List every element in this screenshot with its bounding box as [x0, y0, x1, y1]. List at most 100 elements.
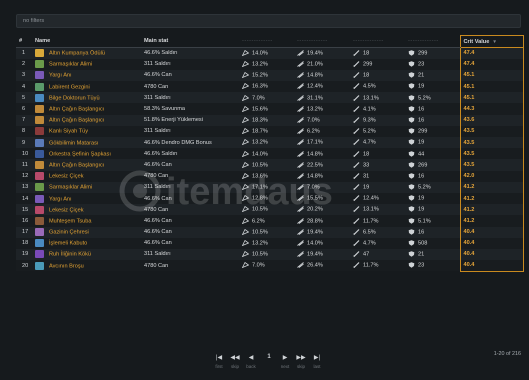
artifact-name[interactable]: Bilge Doktorun Tüyü — [32, 92, 141, 104]
table-row[interactable]: 9 Gökbilimin Matarası 46.6% Dendro DMG Bon… — [16, 137, 524, 149]
artifact-name[interactable]: İşlemeli Kabuto — [32, 237, 141, 249]
col-name-header[interactable]: Name — [32, 35, 141, 48]
attack-icon — [353, 61, 360, 67]
substat-1: 7.0% — [239, 92, 294, 104]
table-row[interactable]: 1 Altın Kumpanya Ödülü 46.6% Saldırı 14.0% 1… — [16, 47, 524, 59]
artifact-icon — [35, 216, 44, 225]
table-row[interactable]: 13 Sarmaşıklar Alimi 311 Saldırı 17.1% 7.0% 1… — [16, 181, 524, 193]
substat-4: 44 — [405, 148, 460, 160]
col-index-header[interactable]: # — [16, 35, 32, 48]
skip-next-button[interactable]: ▶▶ skip — [294, 354, 308, 369]
artifact-name[interactable]: Orkestra Şefinin Şapkası — [32, 148, 141, 160]
row-index: 2 — [16, 58, 32, 70]
substat-2: 15.5% — [294, 192, 350, 205]
col-substat-1-header[interactable]: ------------- — [239, 35, 294, 48]
crit-dmg-icon — [297, 217, 304, 224]
next-button[interactable]: ▶ next — [278, 354, 292, 369]
artifact-name[interactable]: Kanlı Siyah Tüy — [32, 125, 141, 137]
artifact-name[interactable]: Altın Çağın Başlangıcı — [32, 159, 141, 171]
table-row[interactable]: 11 Altın Çağın Başlangıcı 46.6% Can 10.5% 22… — [16, 159, 524, 171]
main-stat: 46.6% Can — [141, 215, 239, 227]
table-row[interactable]: 2 Sarmaşıklar Alimi 311 Saldırı 13.2% 21.0% 2… — [16, 58, 524, 70]
table-row[interactable]: 7 Altın Çağın Başlangıcı 51.8% Enerji Yükl… — [16, 114, 524, 126]
col-crit-value-header[interactable]: Crit Value ▾ — [459, 35, 524, 48]
crit-value: 47.4 — [459, 58, 524, 70]
crit-dmg-icon — [297, 228, 304, 235]
first-page-button[interactable]: |◀ first — [212, 354, 226, 369]
substat-4: 299 — [405, 125, 460, 137]
substat-2: 19.4% — [294, 248, 350, 261]
crit-rate-icon — [242, 228, 249, 235]
table-row[interactable]: 18 İşlemeli Kabuto 46.6% Can 13.2% 14.0% 4.7%… — [16, 237, 524, 249]
substat-3: 13.1% — [350, 204, 405, 216]
artifact-name[interactable]: Gökbilimin Matarası — [32, 137, 141, 149]
col-substat-3-header[interactable]: ------------- — [350, 35, 405, 48]
artifact-icon — [35, 205, 44, 214]
row-index: 4 — [16, 81, 32, 93]
crit-rate-icon — [242, 105, 249, 112]
filter-input[interactable] — [17, 15, 520, 27]
col-substat-2-header[interactable]: ------------- — [294, 35, 350, 48]
artifact-icon — [35, 116, 44, 125]
back-button[interactable]: ◀ back — [244, 354, 258, 369]
skip-back-button[interactable]: ◀◀ skip — [228, 354, 242, 369]
table-row[interactable]: 15 Lekesiz Çiçek 4780 Can 10.5% 20.2% 13.1% 19… — [16, 204, 524, 216]
table-row[interactable]: 8 Kanlı Siyah Tüy 311 Saldırı 18.7% 6.2% 5.2%… — [16, 125, 524, 137]
substat-1: 13.2% — [239, 237, 294, 249]
artifact-name[interactable]: Yargı Anı — [32, 192, 141, 205]
filter-bar[interactable] — [16, 14, 521, 28]
defense-icon — [408, 117, 415, 123]
artifact-name[interactable]: Labirent Gezgini — [32, 81, 141, 93]
substat-3: 4.7% — [350, 237, 405, 249]
artifact-name[interactable]: Yargı Anı — [32, 69, 141, 82]
artifact-name[interactable]: Sarmaşıklar Alimi — [32, 181, 141, 193]
substat-2: 20.2% — [294, 204, 350, 216]
crit-rate-icon — [242, 262, 249, 269]
table-row[interactable]: 5 Bilge Doktorun Tüyü 311 Saldırı 7.0% 31.1%… — [16, 92, 524, 104]
artifact-icon — [35, 160, 44, 169]
crit-rate-icon — [242, 206, 249, 213]
artifact-name[interactable]: Lekesiz Çiçek — [32, 204, 141, 216]
artifact-name[interactable]: Ruh İliğinin Kökü — [32, 248, 141, 261]
artifact-name[interactable]: Sarmaşıklar Alimi — [32, 58, 141, 70]
substat-4: 21 — [405, 69, 460, 82]
table-row[interactable]: 4 Labirent Gezgini 4780 Can 16.3% 12.4% 4.5% 1… — [16, 81, 524, 93]
main-stat: 311 Saldırı — [141, 125, 239, 137]
substat-1: 18.7% — [239, 125, 294, 137]
table-row[interactable]: 10 Orkestra Şefinin Şapkası 46.6% Saldırı 1… — [16, 148, 524, 160]
table-row[interactable]: 14 Yargı Anı 46.6% Can 12.8% 15.5% 12.4% 19 41.… — [16, 192, 524, 205]
substat-2: 19.4% — [294, 226, 350, 238]
artifact-name[interactable]: Avcının Broşu — [32, 260, 141, 272]
crit-value: 43.6 — [459, 114, 524, 126]
defense-icon — [408, 94, 415, 101]
attack-icon — [353, 184, 360, 191]
table-header-row: # Name Main stat ------------- ---------… — [16, 35, 524, 48]
table-row[interactable]: 3 Yargı Anı 46.6% Can 15.2% 14.8% 18 21 45.1 — [16, 69, 524, 82]
artifact-name[interactable]: Altın Çağın Başlangıcı — [32, 103, 141, 115]
artifact-name[interactable]: Gazinin Çehresi — [32, 226, 141, 238]
main-stat: 46.6% Can — [141, 159, 239, 171]
crit-dmg-icon — [297, 50, 304, 56]
crit-value: 43.5 — [459, 137, 524, 149]
attack-icon — [353, 228, 360, 235]
col-substat-4-header[interactable]: ------------- — [405, 35, 460, 48]
artifact-icon — [35, 49, 44, 58]
table-row[interactable]: 20 Avcının Broşu 4780 Can 7.0% 26.4% 11.7% 23 4… — [16, 260, 524, 272]
last-page-button[interactable]: ▶| last — [310, 354, 324, 369]
sort-descending-icon[interactable]: ▾ — [493, 39, 496, 45]
artifact-name[interactable]: Altın Kumpanya Ödülü — [32, 47, 141, 59]
main-stat: 46.6% Dendro DMG Bonus — [141, 137, 239, 149]
crit-rate-icon — [242, 116, 249, 123]
table-row[interactable]: 19 Ruh İliğinin Kökü 311 Saldırı 10.5% 19.4%… — [16, 248, 524, 261]
defense-icon — [408, 106, 415, 112]
table-row[interactable]: 17 Gazinin Çehresi 46.6% Can 10.5% 19.4% 6.5%… — [16, 226, 524, 238]
artifact-name[interactable]: Muhteşem Tsuba — [32, 215, 141, 227]
artifact-name[interactable]: Altın Çağın Başlangıcı — [32, 114, 141, 126]
table-row[interactable]: 16 Muhteşem Tsuba 46.6% Can 6.2% 28.8% 11.7% 5… — [16, 215, 524, 227]
crit-rate-icon — [242, 50, 249, 57]
table-row[interactable]: 6 Altın Çağın Başlangıcı 58.3% Savunma 15.6… — [16, 103, 524, 115]
current-page[interactable]: 1 — [262, 354, 276, 360]
artifact-name[interactable]: Lekesiz Çiçek — [32, 170, 141, 182]
table-row[interactable]: 12 Lekesiz Çiçek 4780 Can 13.6% 14.8% 31 16 42.… — [16, 170, 524, 182]
col-main-stat-header[interactable]: Main stat — [141, 35, 239, 48]
